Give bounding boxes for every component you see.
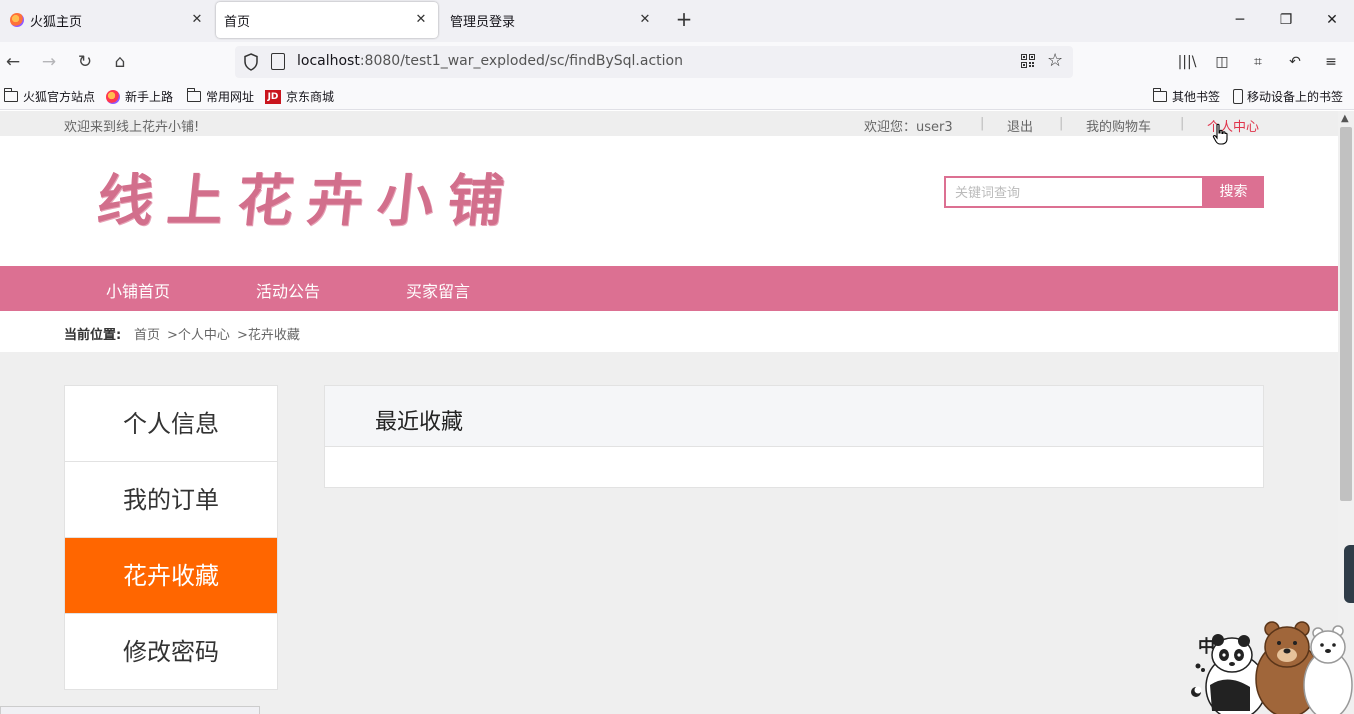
browser-tab-bar: 火狐主页 ✕ 首页 ✕ 管理员登录 ✕ + ─ ❐ ✕ — [0, 0, 1354, 42]
shield-icon[interactable] — [243, 53, 259, 71]
bears-mascot-icon: 中 — [1191, 621, 1353, 714]
bookmark-label: 其他书签 — [1172, 90, 1221, 104]
url-bar[interactable]: localhost:8080/test1_war_exploded/sc/fin… — [235, 46, 1073, 78]
search-input[interactable] — [946, 178, 1202, 206]
nav-buyer-messages[interactable]: 买家留言 — [406, 278, 470, 302]
shopping-cart-link[interactable]: 我的购物车 — [1086, 116, 1151, 135]
close-tab-icon[interactable]: ✕ — [188, 11, 206, 29]
sidebar-item-personal-info[interactable]: 个人信息 — [65, 386, 277, 462]
page-info-icon[interactable] — [271, 53, 285, 70]
minimize-icon[interactable]: ─ — [1229, 8, 1251, 32]
qr-code-icon[interactable] — [1021, 54, 1035, 68]
bookmark-label: 移动设备上的书签 — [1247, 90, 1344, 104]
search-box — [944, 176, 1204, 208]
nav-shop-home[interactable]: 小铺首页 — [106, 278, 170, 302]
sidebar-toggle-icon[interactable]: ◫ — [1211, 52, 1233, 72]
breadcrumb-label: 当前位置: — [64, 328, 122, 343]
bookmark-star-icon[interactable]: ☆ — [1047, 50, 1063, 72]
divider: | — [980, 116, 985, 131]
new-tab-icon[interactable]: + — [674, 8, 694, 32]
user-greeting: 欢迎您：user3 — [864, 120, 953, 135]
panel-title: 最近收藏 — [375, 410, 464, 435]
bookmark-other[interactable]: 其他书签 — [1152, 88, 1221, 105]
bookmarks-bar: 火狐官方站点 新手上路 常用网址 JD 京东商城 其他书签 移动设备上的书签 — [0, 82, 1354, 110]
divider: | — [1059, 116, 1064, 131]
folder-icon — [1152, 88, 1167, 102]
close-tab-icon[interactable]: ✕ — [412, 11, 430, 29]
jd-logo-icon: JD — [265, 89, 281, 104]
search-button[interactable]: 搜索 — [1203, 176, 1264, 208]
home-icon[interactable]: ⌂ — [108, 51, 132, 73]
bookmark-firefox-official[interactable]: 火狐官方站点 — [3, 88, 96, 105]
menu-icon[interactable]: ≡ — [1320, 52, 1342, 72]
reload-icon[interactable]: ↻ — [73, 51, 97, 73]
tab-home-page[interactable]: 首页 ✕ — [216, 2, 438, 38]
bookmark-label: 新手上路 — [125, 90, 174, 104]
breadcrumb-flower-favorites: >花卉收藏 — [237, 328, 300, 343]
sidebar-item-flower-favorites[interactable]: 花卉收藏 — [65, 538, 277, 614]
mobile-device-icon — [1233, 89, 1243, 104]
bookmark-label: 京东商城 — [286, 90, 335, 104]
close-tab-icon[interactable]: ✕ — [636, 11, 654, 29]
browser-toolbar: ← → ↻ ⌂ localhost:8080/test1_war_explode… — [0, 42, 1354, 82]
url-path: :8080/test1_war_exploded/sc/findBySql.ac… — [359, 53, 683, 69]
firefox-icon — [106, 89, 120, 104]
bookmark-label: 火狐官方站点 — [23, 90, 96, 104]
sidebar-item-my-orders[interactable]: 我的订单 — [65, 462, 277, 538]
folder-icon — [3, 88, 18, 102]
url-text[interactable]: localhost:8080/test1_war_exploded/sc/fin… — [297, 53, 683, 69]
restore-icon[interactable]: ❐ — [1275, 8, 1297, 32]
library-icon[interactable]: |||\ — [1176, 52, 1198, 72]
top-info-bar: 欢迎来到线上花卉小铺! 欢迎您：user3 | 退出 | 我的购物车 | 个人中… — [0, 111, 1338, 136]
screenshot-crop-icon[interactable]: ⌗ — [1247, 52, 1269, 72]
bookmark-getting-started[interactable]: 新手上路 — [106, 88, 173, 105]
breadcrumb-personal-center[interactable]: >个人中心 — [167, 324, 230, 343]
site-header: 线上花卉小铺 搜索 — [0, 136, 1338, 266]
floating-side-widget[interactable] — [1344, 545, 1354, 603]
favorites-panel: 最近收藏 — [324, 385, 1264, 488]
welcome-text: 欢迎来到线上花卉小铺! — [64, 120, 200, 135]
breadcrumb-home[interactable]: 首页 — [134, 324, 160, 343]
back-icon[interactable]: ← — [1, 51, 25, 73]
tab-firefox-home[interactable]: 火狐主页 ✕ — [0, 2, 214, 38]
panel-header: 最近收藏 — [325, 386, 1263, 447]
scrollbar-thumb[interactable] — [1340, 127, 1352, 501]
bookmark-jd-mall[interactable]: JD 京东商城 — [265, 88, 334, 105]
forward-icon[interactable]: → — [37, 51, 61, 73]
folder-icon — [186, 88, 201, 102]
tab-label: 管理员登录 — [450, 14, 516, 30]
tab-label: 火狐主页 — [30, 14, 83, 30]
tab-label: 首页 — [224, 14, 251, 30]
status-bar — [0, 706, 260, 714]
nav-announcements[interactable]: 活动公告 — [256, 278, 320, 302]
hand-cursor-icon — [1212, 123, 1228, 145]
bookmark-label: 常用网址 — [206, 90, 255, 104]
site-logo[interactable]: 线上花卉小铺 — [94, 156, 523, 237]
url-host: localhost — [297, 53, 360, 69]
scroll-up-icon[interactable]: ▲ — [1341, 113, 1349, 124]
main-navigation: 小铺首页 活动公告 买家留言 — [0, 266, 1338, 311]
bookmark-mobile[interactable]: 移动设备上的书签 — [1233, 88, 1343, 105]
sidebar-item-change-password[interactable]: 修改密码 — [65, 614, 277, 690]
tab-admin-login[interactable]: 管理员登录 ✕ — [440, 2, 662, 38]
logout-link[interactable]: 退出 — [1007, 116, 1033, 135]
bookmark-common-sites[interactable]: 常用网址 — [186, 88, 255, 105]
breadcrumb: 当前位置: 首页 >个人中心 >花卉收藏 — [0, 311, 1338, 352]
undo-arrow-icon[interactable]: ↶ — [1284, 52, 1306, 72]
window-close-icon[interactable]: ✕ — [1321, 8, 1343, 32]
divider: | — [1180, 116, 1185, 131]
account-sidebar: 个人信息 我的订单 花卉收藏 修改密码 — [64, 385, 278, 690]
firefox-icon — [10, 13, 24, 27]
page-viewport: 欢迎来到线上花卉小铺! 欢迎您：user3 | 退出 | 我的购物车 | 个人中… — [0, 111, 1338, 714]
